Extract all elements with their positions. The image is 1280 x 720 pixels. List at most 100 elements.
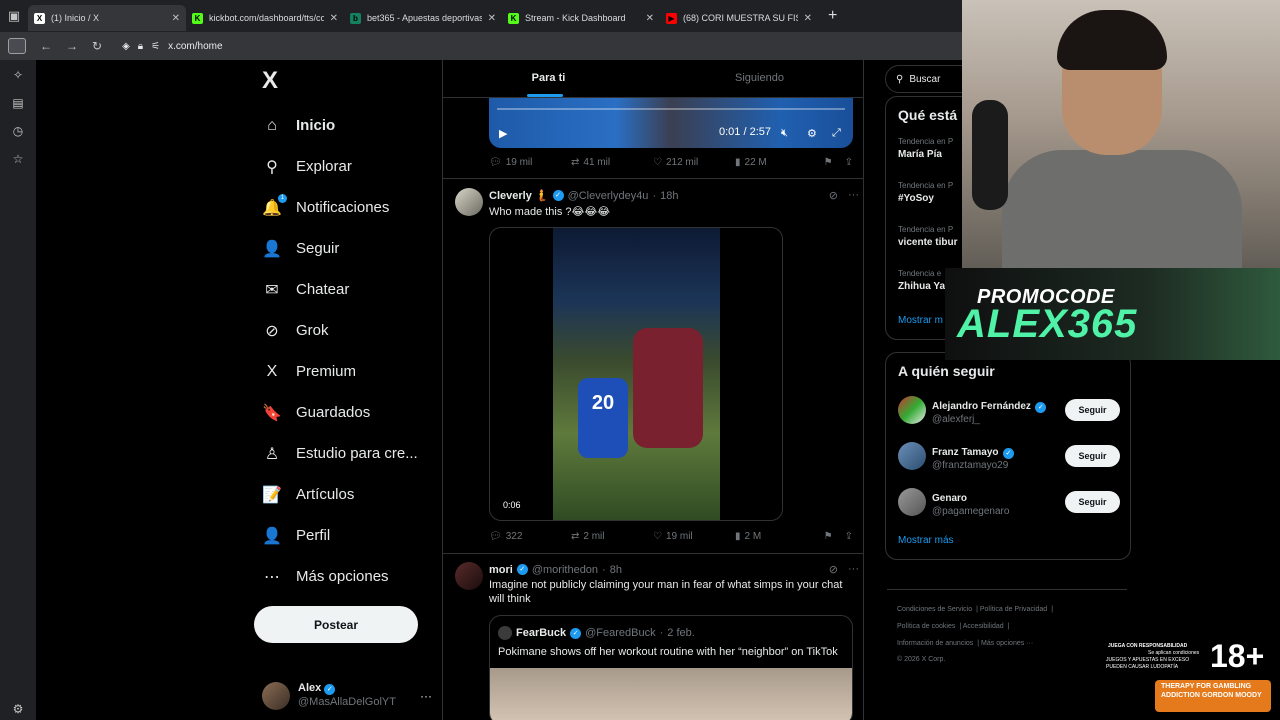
browser-tab[interactable]: K Stream - Kick Dashboard ✕ — [502, 5, 660, 31]
fullscreen-icon[interactable]: ⤢ — [832, 127, 841, 140]
repost-button[interactable]: ⇄ 41 mil — [571, 157, 653, 168]
play-icon[interactable]: ▶ — [499, 127, 507, 140]
author-name[interactable]: mori — [489, 564, 513, 576]
main-nav: ⌂ Inicio ⚲ Explorar 🔔 1 Notificaciones 👤 Seg… — [262, 105, 418, 597]
nav-item-more[interactable]: ⋯ Más opciones — [262, 556, 418, 597]
new-tab-button[interactable]: + — [828, 7, 837, 25]
forward-icon[interactable]: → — [66, 39, 78, 53]
site-settings-icon[interactable]: ⚟ — [151, 41, 160, 52]
footer-link[interactable]: Accesibilidad — [963, 623, 1004, 630]
author-name[interactable]: Cleverly 🧜 — [489, 189, 549, 202]
follow-button[interactable]: Seguir — [1065, 491, 1120, 513]
grok-icon[interactable]: ⊘ — [829, 189, 838, 202]
browser-tab[interactable]: X (1) Inicio / X ✕ — [28, 5, 186, 31]
follow-button[interactable]: Seguir — [1065, 445, 1120, 467]
avatar[interactable] — [898, 396, 926, 424]
close-icon[interactable]: ✕ — [330, 13, 338, 24]
nav-item-profile[interactable]: 👤 Perfil — [262, 515, 418, 556]
nav-item-mail[interactable]: ✉ Chatear — [262, 269, 418, 310]
tab-siguiendo[interactable]: Siguiendo — [654, 60, 863, 97]
like-button[interactable]: ♡ 19 mil — [653, 531, 735, 542]
nav-item-article[interactable]: 📝 Artículos — [262, 474, 418, 515]
reply-button[interactable]: 💬︎ 322 — [489, 531, 571, 542]
follow-suggestion[interactable]: Genaro @pagamegenaro Seguir — [898, 487, 1120, 517]
quoted-tweet[interactable]: FearBuck ✓ @FearedBuck · 2 feb. Pokimane… — [489, 615, 853, 720]
grok-icon[interactable]: ⊘ — [829, 563, 838, 576]
avatar[interactable] — [898, 442, 926, 470]
more-icon[interactable]: ··· — [420, 689, 432, 703]
video-player[interactable]: ▶ 0:01 / 2:57 🔇︎ ⚙ ⤢ — [489, 98, 853, 148]
tweet-time[interactable]: 8h — [610, 564, 622, 576]
tab-para-ti[interactable]: Para ti — [443, 60, 654, 97]
author-handle[interactable]: @Cleverlydey4u — [568, 190, 649, 202]
follow-suggestion[interactable]: Alejandro Fernández ✓ @alexferj_ Seguir — [898, 395, 1120, 425]
more-icon[interactable]: ··· — [848, 563, 859, 576]
settings-icon[interactable]: ⚙ — [13, 702, 24, 716]
follow-button[interactable]: Seguir — [1065, 399, 1120, 421]
bookmark-icon[interactable]: ⚑ — [824, 157, 833, 168]
url-box[interactable]: ◈ 🔒︎ ⚟ x.com/home — [122, 41, 222, 52]
close-icon[interactable]: ✕ — [646, 13, 654, 24]
reading-list-icon[interactable]: ▤ — [12, 96, 23, 110]
url-text[interactable]: x.com/home — [168, 41, 222, 52]
history-icon[interactable]: ◷ — [13, 124, 23, 138]
nav-item-studio[interactable]: ♙ Estudio para cre... — [262, 433, 418, 474]
footer-link[interactable]: Más opciones ··· — [981, 640, 1033, 647]
tweet-time[interactable]: 18h — [660, 190, 678, 202]
x-logo[interactable]: X — [262, 67, 278, 95]
sidebar-toggle-button[interactable] — [8, 38, 26, 54]
avatar[interactable] — [898, 488, 926, 516]
video-settings-icon[interactable]: ⚙ — [807, 127, 817, 140]
follow-show-more-link[interactable]: Mostrar más — [898, 535, 954, 546]
footer-link[interactable]: Política de Privacidad — [980, 606, 1047, 613]
tweet-video[interactable]: 20 0:06 — [489, 227, 783, 521]
nav-item-x-premium[interactable]: X Premium — [262, 351, 418, 392]
footer-link[interactable]: Política de cookies — [897, 623, 955, 630]
trends-show-more-link[interactable]: Mostrar m — [898, 315, 943, 326]
views-button[interactable]: ▮ 2 M — [735, 531, 811, 542]
shield-icon[interactable]: ◈ — [122, 41, 130, 52]
trend-item[interactable]: Tendencia e Zhihua Ya — [898, 269, 945, 292]
share-icon[interactable]: ⇪ — [845, 531, 853, 542]
close-icon[interactable]: ✕ — [172, 13, 180, 24]
browser-tab[interactable]: b bet365 - Apuestas deportivas e ✕ — [344, 5, 502, 31]
browser-tab[interactable]: K kickbot.com/dashboard/tts/cor ✕ — [186, 5, 344, 31]
browser-tab[interactable]: ▶ (68) CORI MUESTRA SU FISICO ✕ — [660, 5, 818, 31]
views-button[interactable]: ▮ 22 M — [735, 157, 811, 168]
mute-icon[interactable]: 🔇︎ — [781, 127, 788, 140]
video-progress-bar[interactable] — [497, 108, 845, 110]
like-button[interactable]: ♡ 212 mil — [653, 157, 735, 168]
nav-item-follow[interactable]: 👤 Seguir — [262, 228, 418, 269]
trend-item[interactable]: Tendencia en P María Pía — [898, 137, 953, 160]
trend-item[interactable]: Tendencia en P #YoSoy — [898, 181, 953, 204]
footer-link[interactable]: Información de anuncios — [897, 640, 973, 647]
nav-item-bookmark[interactable]: 🔖 Guardados — [262, 392, 418, 433]
favorites-icon[interactable]: ☆ — [13, 152, 24, 166]
nav-item-home[interactable]: ⌂ Inicio — [262, 105, 418, 146]
bookmark-icon[interactable]: ⚑ — [824, 531, 833, 542]
nav-item-bell[interactable]: 🔔 1 Notificaciones — [262, 187, 418, 228]
reply-button[interactable]: 💬︎ 19 mil — [489, 157, 571, 168]
trend-item[interactable]: Tendencia en P vicente tibur — [898, 225, 957, 248]
more-icon[interactable]: ··· — [848, 189, 859, 202]
author-handle[interactable]: @morithedon — [532, 564, 598, 576]
close-icon[interactable]: ✕ — [488, 13, 496, 24]
reload-icon[interactable]: ↻ — [92, 39, 102, 53]
quote-media[interactable] — [490, 668, 852, 720]
share-icon[interactable]: ⇪ — [845, 157, 853, 168]
avatar[interactable] — [455, 188, 483, 216]
account-switcher[interactable]: Alex ✓ @MasAllaDelGolYT ··· — [262, 680, 432, 712]
footer-link[interactable]: Condiciones de Servicio — [897, 606, 972, 613]
lock-icon[interactable]: 🔒︎ — [138, 41, 143, 52]
post-button[interactable]: Postear — [254, 606, 418, 643]
nav-item-search[interactable]: ⚲ Explorar — [262, 146, 418, 187]
repost-button[interactable]: ⇄ 2 mil — [571, 531, 653, 542]
back-icon[interactable]: ← — [40, 39, 52, 53]
avatar[interactable] — [455, 562, 483, 590]
follow-suggestion[interactable]: Franz Tamayo ✓ @franztamayo29 Seguir — [898, 441, 1120, 471]
ai-icon[interactable]: ✧ — [13, 68, 23, 82]
close-icon[interactable]: ✕ — [804, 13, 812, 24]
nav-item-grok[interactable]: ⊘ Grok — [262, 310, 418, 351]
tab-actions-icon[interactable]: ▣ — [0, 0, 28, 32]
divider — [443, 178, 863, 179]
